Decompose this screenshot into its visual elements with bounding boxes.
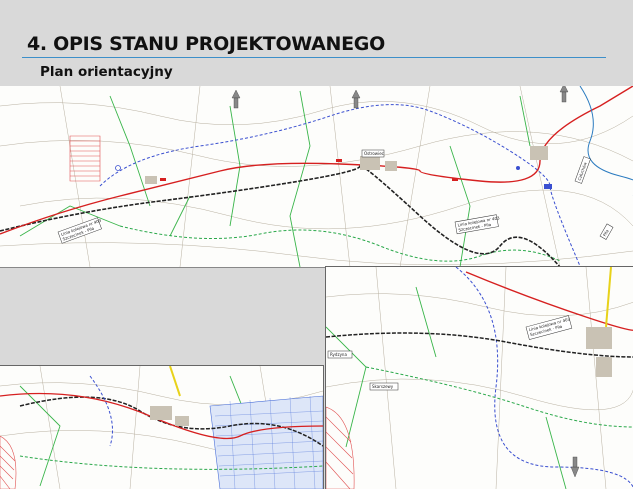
rail-label-box-b: Linia kolejowa nr 403 Szczecinek - Piła bbox=[454, 214, 500, 235]
town-blocks-right bbox=[586, 327, 612, 377]
title-rule bbox=[22, 57, 606, 58]
czluchow-label-box: Człuchów bbox=[574, 156, 591, 184]
map-right-canvas: Linia kolejowa nr 403 Szczecinek - Piła … bbox=[326, 267, 633, 489]
yellow-road-left bbox=[169, 366, 181, 397]
page-title: 4. OPIS STANU PROJEKTOWANEGO bbox=[27, 33, 385, 55]
direction-arrows bbox=[231, 86, 569, 109]
green-planned-route bbox=[119, 225, 561, 262]
yellow-road-right bbox=[605, 267, 612, 328]
slide-header: 4. OPIS STANU PROJEKTOWANEGO Plan orient… bbox=[0, 0, 633, 86]
town-label-right-2: Skarszewy bbox=[369, 382, 399, 391]
blue-route-markers bbox=[115, 165, 552, 189]
town-label-box: Ostrowiec bbox=[361, 149, 385, 158]
rail-label-box-a: Linia kolejowa nr 403 Szczecinek - Piła bbox=[57, 217, 102, 244]
terrain-lines bbox=[0, 86, 633, 267]
town-label-right: Rydzyna bbox=[327, 350, 353, 359]
hatched-area-right bbox=[326, 406, 355, 489]
green-route-right bbox=[365, 366, 633, 428]
svg-text:Rydzyna: Rydzyna bbox=[330, 352, 347, 357]
svg-text:Ostrowiec: Ostrowiec bbox=[364, 151, 384, 156]
direction-arrows-right bbox=[570, 456, 580, 478]
orientation-map-bottom-left[interactable] bbox=[0, 365, 324, 489]
town-blocks bbox=[145, 146, 548, 184]
blue-planned-route bbox=[99, 104, 581, 267]
page-subtitle: Plan orientacyjny bbox=[40, 64, 173, 80]
green-roads-right bbox=[326, 286, 567, 489]
svg-text:Skarszewy: Skarszewy bbox=[372, 384, 394, 389]
blue-route-right bbox=[455, 267, 633, 489]
orientation-map-top[interactable]: Linia kolejowa nr 403 Szczecinek - Piła … bbox=[0, 86, 633, 268]
svg-text:Człuchów: Człuchów bbox=[577, 161, 588, 181]
orientation-map-bottom-right[interactable]: Linia kolejowa nr 403 Szczecinek - Piła … bbox=[325, 266, 633, 489]
hatched-area-left bbox=[0, 435, 17, 489]
red-road-markers bbox=[160, 159, 458, 181]
pila-label-box: Piła bbox=[599, 223, 614, 240]
rail-label-box-right: Linia kolejowa nr 403 Szczecinek - Piła bbox=[525, 315, 573, 340]
hatched-area-blue bbox=[209, 395, 323, 489]
town-blocks-left bbox=[150, 406, 189, 426]
map-left-canvas bbox=[0, 366, 323, 489]
map-top-canvas: Linia kolejowa nr 403 Szczecinek - Piła … bbox=[0, 86, 633, 267]
terrain-lines-right bbox=[326, 267, 633, 489]
